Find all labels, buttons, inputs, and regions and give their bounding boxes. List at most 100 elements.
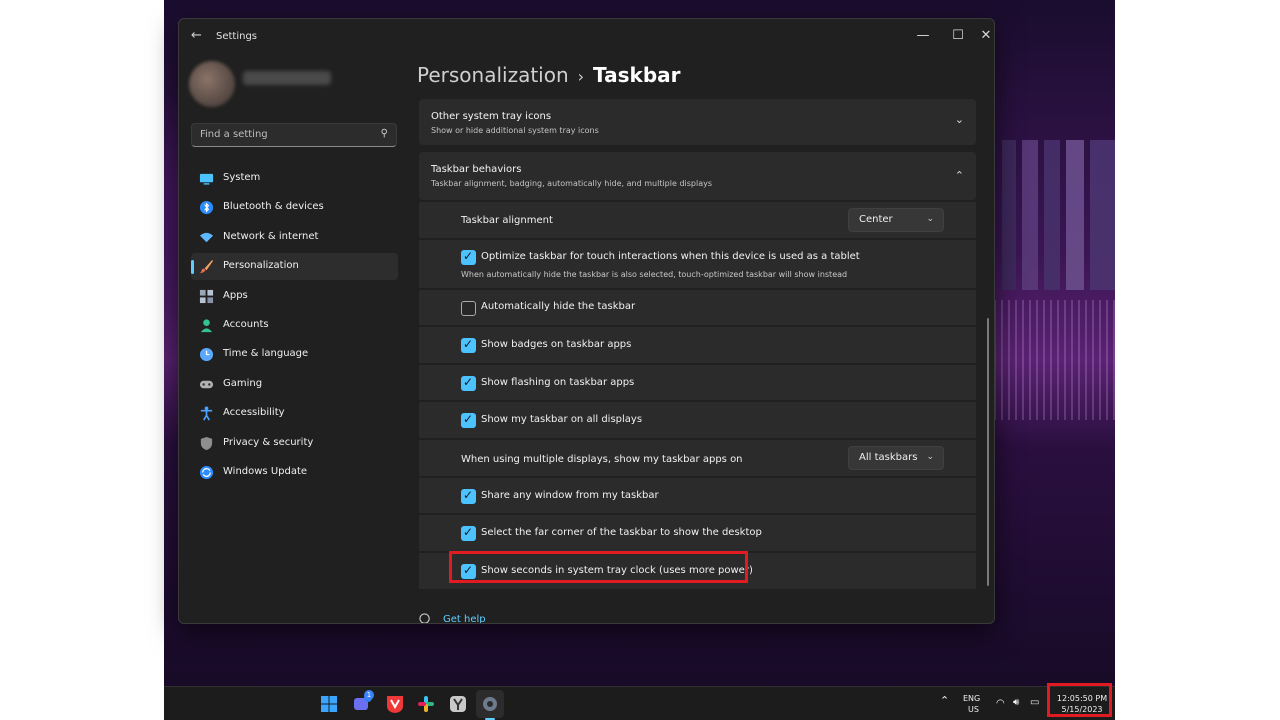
sidebar-item-label: Network & internet: [223, 230, 319, 242]
sidebar-item-network[interactable]: Network & internet: [191, 224, 398, 251]
auto-hide-checkbox[interactable]: [461, 301, 476, 316]
apps-icon: [199, 289, 214, 303]
breadcrumb: Personalization › Taskbar: [417, 63, 681, 87]
windows-start-icon[interactable]: [319, 694, 339, 714]
all-displays-row: Show my taskbar on all displays: [419, 400, 976, 438]
sidebar-nav: System Bluetooth & devices Network & int…: [191, 165, 398, 488]
badges-row: Show badges on taskbar apps: [419, 325, 976, 363]
notification-badge: 1: [364, 690, 374, 700]
page-title: Taskbar: [593, 63, 681, 87]
sidebar-item-accounts[interactable]: Accounts: [191, 312, 398, 339]
far-corner-row: Select the far corner of the taskbar to …: [419, 513, 976, 551]
sidebar-item-label: Accessibility: [223, 407, 285, 419]
share-window-row: Share any window from my taskbar: [419, 476, 976, 513]
sidebar-item-accessibility[interactable]: Accessibility: [191, 400, 398, 427]
yandex-browser-icon[interactable]: [448, 694, 468, 714]
title-bar: ← Settings — ☐ ✕: [179, 19, 994, 53]
wifi-icon: [199, 232, 214, 242]
bluetooth-icon: [199, 201, 214, 215]
window-title: Settings: [216, 31, 258, 42]
card-subtitle: Show or hide additional system tray icon…: [431, 126, 599, 135]
badges-checkbox[interactable]: [461, 337, 476, 353]
setting-label: Automatically hide the taskbar: [481, 301, 636, 312]
vivaldi-browser-icon[interactable]: [385, 694, 405, 714]
setting-label: Show my taskbar on all displays: [481, 414, 643, 425]
annotation-highlight-clock: [1047, 683, 1112, 717]
sidebar-item-label: Time & language: [223, 348, 309, 360]
sidebar-item-label: Personalization: [223, 260, 299, 272]
flashing-checkbox[interactable]: [461, 375, 476, 391]
sidebar-item-apps[interactable]: Apps: [191, 283, 398, 310]
other-tray-icons-card[interactable]: Other system tray icons Show or hide add…: [419, 99, 976, 145]
scrollbar[interactable]: [987, 318, 989, 586]
accessibility-icon: [200, 406, 213, 421]
breadcrumb-parent[interactable]: Personalization: [417, 63, 569, 87]
chevron-down-icon[interactable]: ⌄: [955, 113, 964, 126]
card-title: Taskbar behaviors: [431, 164, 522, 175]
settings-gear-icon[interactable]: [480, 694, 500, 714]
chevron-down-icon: ⌄: [926, 214, 934, 224]
sidebar-item-label: Privacy & security: [223, 436, 314, 448]
search-icon: ⚲: [380, 128, 388, 139]
controller-icon: [199, 380, 214, 388]
profile-name-blurred: [243, 71, 331, 85]
chevron-up-icon[interactable]: ⌃: [955, 169, 964, 182]
taskbar-behaviors-card[interactable]: Taskbar behaviors Taskbar alignment, bad…: [419, 152, 976, 200]
settings-content: Other system tray icons Show or hide add…: [419, 99, 976, 589]
battery-icon[interactable]: ▭: [1030, 697, 1039, 708]
sidebar-item-personalization[interactable]: Personalization: [191, 253, 398, 281]
sidebar-item-system[interactable]: System: [191, 165, 398, 192]
clock-globe-icon: [199, 348, 214, 362]
sidebar-item-label: Windows Update: [223, 465, 308, 477]
setting-label: When using multiple displays, show my ta…: [461, 454, 743, 465]
help-icon: [419, 613, 430, 623]
search-input[interactable]: Find a setting ⚲: [191, 123, 397, 147]
chevron-right-icon: ›: [577, 67, 585, 86]
setting-label: Optimize taskbar for touch interactions …: [481, 251, 860, 262]
search-placeholder: Find a setting: [200, 129, 268, 140]
tray-overflow-chevron-icon[interactable]: ⌃: [940, 695, 949, 706]
volume-icon[interactable]: 🔊︎: [1013, 697, 1019, 708]
sidebar-item-label: Bluetooth & devices: [223, 201, 324, 213]
card-subtitle: Taskbar alignment, badging, automaticall…: [431, 179, 713, 188]
far-corner-checkbox[interactable]: [461, 525, 476, 541]
avatar[interactable]: [189, 61, 235, 107]
wifi-status-icon[interactable]: ◠: [996, 698, 1005, 709]
back-arrow-icon[interactable]: ←: [191, 28, 202, 43]
taskbar-alignment-row: Taskbar alignment Center ⌄: [419, 200, 976, 238]
brush-icon: [199, 260, 214, 274]
dropdown-value: All taskbars: [859, 452, 918, 463]
sidebar-item-bluetooth[interactable]: Bluetooth & devices: [191, 194, 398, 221]
shield-icon: [200, 436, 213, 450]
setting-label: Show flashing on taskbar apps: [481, 377, 635, 388]
touch-optimize-checkbox[interactable]: [461, 249, 476, 265]
settings-window: ← Settings — ☐ ✕ Find a setting ⚲ System…: [178, 18, 995, 624]
all-displays-checkbox[interactable]: [461, 412, 476, 428]
chevron-down-icon: ⌄: [926, 452, 934, 462]
flashing-row: Show flashing on taskbar apps: [419, 363, 976, 400]
language-bottom[interactable]: US: [968, 704, 979, 715]
sidebar-item-label: Accounts: [223, 318, 269, 330]
annotation-highlight-show-seconds: [449, 551, 748, 583]
share-window-checkbox[interactable]: [461, 488, 476, 504]
setting-label: Taskbar alignment: [461, 215, 553, 226]
sidebar-item-time-language[interactable]: Time & language: [191, 341, 398, 368]
maximize-button[interactable]: ☐: [943, 24, 973, 48]
slack-icon[interactable]: [416, 694, 436, 714]
language-top[interactable]: ENG: [963, 693, 980, 704]
multi-display-dropdown[interactable]: All taskbars ⌄: [848, 446, 944, 470]
taskbar-alignment-dropdown[interactable]: Center ⌄: [848, 208, 944, 232]
sidebar-item-label: Apps: [223, 289, 248, 301]
setting-label: Show badges on taskbar apps: [481, 339, 632, 350]
sidebar-item-windows-update[interactable]: Windows Update: [191, 459, 398, 486]
sidebar-item-gaming[interactable]: Gaming: [191, 371, 398, 398]
taskbar: 1 ⌃ ENG US ◠ 🔊︎ ▭ 12:05:50 PM 5/15/2023: [164, 686, 1115, 720]
minimize-button[interactable]: —: [908, 24, 938, 48]
setting-label: Select the far corner of the taskbar to …: [481, 527, 762, 538]
update-icon: [199, 465, 214, 479]
setting-note: When automatically hide the taskbar is a…: [461, 270, 848, 279]
sidebar-item-privacy[interactable]: Privacy & security: [191, 430, 398, 457]
city-skyline: [994, 140, 1115, 290]
close-button[interactable]: ✕: [977, 24, 994, 48]
get-help-link[interactable]: Get help: [443, 614, 486, 623]
